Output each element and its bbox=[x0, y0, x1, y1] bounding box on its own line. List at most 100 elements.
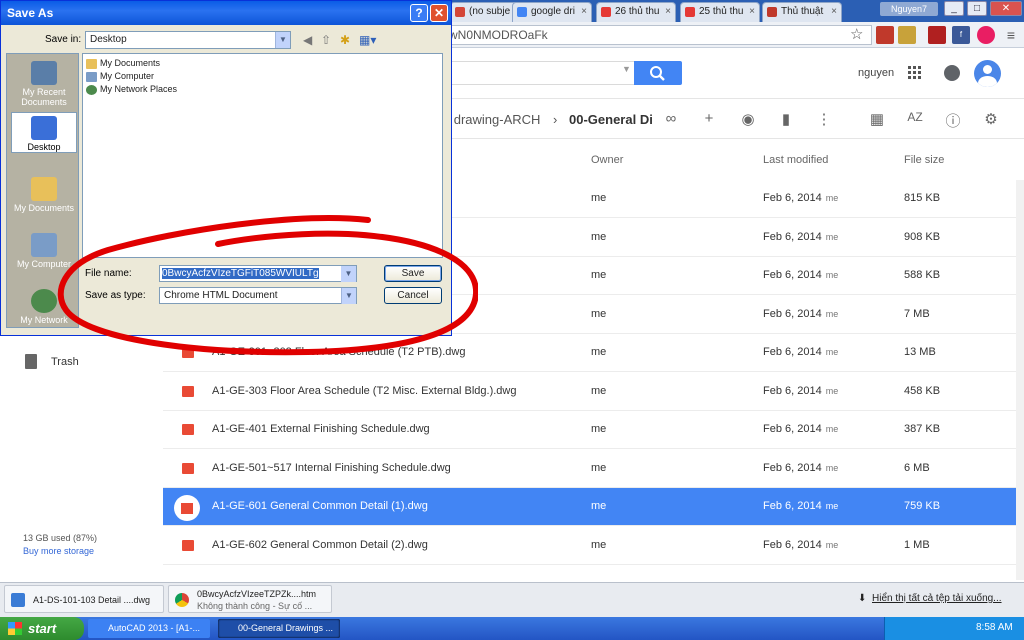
place-my-computer[interactable]: My Computer bbox=[11, 230, 77, 269]
table-row[interactable]: A1-GE-501~517 Internal Finishing Schedul… bbox=[163, 450, 1016, 488]
apps-grid-icon[interactable] bbox=[908, 66, 922, 80]
save-type-label: Save as type: bbox=[85, 290, 146, 301]
download-item[interactable]: 0BwcyAcfzVIzeeTZPZk....htm Không thành c… bbox=[168, 585, 332, 613]
tab-close-icon[interactable]: × bbox=[665, 3, 671, 21]
breadcrumb-current[interactable]: 00-General Di bbox=[569, 112, 653, 127]
table-row[interactable]: A1-GE-601 General Common Detail (1).dwg m… bbox=[163, 488, 1016, 526]
extension-icon[interactable] bbox=[977, 26, 995, 44]
browser-tab[interactable]: 26 thủ thu × bbox=[596, 2, 676, 22]
save-button[interactable]: Save bbox=[384, 265, 442, 282]
list-item[interactable]: My Computer bbox=[86, 71, 154, 82]
column-header-owner[interactable]: Owner bbox=[591, 154, 623, 166]
back-icon[interactable]: ◀ bbox=[303, 33, 317, 47]
sort-icon[interactable]: AZ bbox=[904, 110, 926, 124]
download-item[interactable]: A1-DS-101-103 Detail ....dwg bbox=[4, 585, 164, 613]
preview-icon[interactable]: ◉ bbox=[737, 110, 759, 128]
modified-by: me bbox=[825, 463, 839, 473]
extension-icon[interactable] bbox=[928, 26, 946, 44]
save-type-select[interactable]: Chrome HTML Document ▼ bbox=[159, 287, 357, 304]
column-header-modified[interactable]: Last modified bbox=[763, 154, 828, 166]
dialog-help-button[interactable]: ? bbox=[410, 4, 428, 22]
tab-favicon-icon bbox=[685, 7, 695, 17]
place-recent[interactable]: My Recent Documents bbox=[11, 58, 77, 107]
file-size: 588 KB bbox=[904, 269, 941, 281]
modified-date: Feb 6, 2014 bbox=[763, 423, 822, 435]
delete-icon[interactable]: ▮ bbox=[775, 110, 797, 128]
image-file-icon bbox=[174, 495, 200, 521]
file-name-dropdown[interactable]: ▼ bbox=[341, 265, 357, 282]
more-actions-icon[interactable]: ⋮ bbox=[813, 110, 835, 128]
maximize-button[interactable]: □ bbox=[967, 1, 987, 16]
address-bar[interactable]: wN0NMODROaFk bbox=[440, 25, 872, 45]
avatar[interactable] bbox=[974, 60, 1001, 87]
extension-icon[interactable] bbox=[898, 26, 916, 44]
file-owner: me bbox=[591, 500, 607, 512]
grid-view-icon[interactable]: ▦ bbox=[866, 110, 888, 128]
search-button[interactable] bbox=[634, 61, 682, 85]
file-name-input[interactable]: 0BwcyAcfzVIzeTGFiT085WVIULTg bbox=[159, 265, 356, 282]
browser-tab[interactable]: 25 thủ thu × bbox=[680, 2, 760, 22]
list-item[interactable]: My Network Places bbox=[86, 84, 177, 95]
place-desktop[interactable]: Desktop bbox=[11, 112, 77, 153]
views-menu-icon[interactable]: ▦▾ bbox=[359, 33, 376, 47]
taskbar-item-chrome[interactable]: 00-General Drawings ... bbox=[218, 619, 340, 638]
taskbar-item-autocad[interactable]: AutoCAD 2013 - [A1-... bbox=[88, 619, 210, 638]
browser-close-button[interactable]: ✕ bbox=[990, 1, 1022, 16]
file-owner: me bbox=[591, 539, 607, 551]
get-link-icon[interactable]: ∞ bbox=[660, 110, 682, 127]
image-file-icon bbox=[181, 503, 193, 514]
recent-documents-icon bbox=[31, 61, 57, 85]
tab-close-icon[interactable]: × bbox=[749, 3, 755, 21]
modified-date: Feb 6, 2014 bbox=[763, 269, 822, 281]
file-name-label: File name: bbox=[85, 268, 132, 279]
modified-date: Feb 6, 2014 bbox=[763, 539, 822, 551]
table-row[interactable]: A1-GE-303 Floor Area Schedule (T2 Misc. … bbox=[163, 373, 1016, 411]
breadcrumb-separator-icon: › bbox=[553, 112, 558, 127]
up-folder-icon[interactable]: ⇧ bbox=[321, 33, 335, 47]
column-header-size[interactable]: File size bbox=[904, 154, 944, 166]
show-all-downloads-link[interactable]: Hiển thị tất cả tệp tải xuống... bbox=[872, 593, 1002, 604]
facebook-icon[interactable]: f bbox=[952, 26, 970, 44]
file-size: 1 MB bbox=[904, 539, 930, 551]
notifications-icon[interactable] bbox=[944, 65, 960, 81]
place-my-network[interactable]: My Network bbox=[11, 286, 77, 325]
trash-icon[interactable] bbox=[25, 354, 37, 369]
bookmark-star-icon[interactable]: ☆ bbox=[850, 25, 863, 43]
breadcrumb-parent[interactable]: ct drawing-ARCH bbox=[440, 112, 540, 127]
chevron-down-icon: ▼ bbox=[341, 266, 356, 282]
cancel-button[interactable]: Cancel bbox=[384, 287, 442, 304]
buy-storage-link[interactable]: Buy more storage bbox=[23, 546, 94, 556]
share-icon[interactable]: + bbox=[698, 110, 720, 127]
place-my-documents[interactable]: My Documents bbox=[11, 174, 77, 213]
table-row[interactable]: A1-GE-602 General Common Detail (2).dwg m… bbox=[163, 527, 1016, 565]
table-row[interactable]: A1-GE-301~302 Floor Area Schedule (T2 PT… bbox=[163, 334, 1016, 372]
nav-trash[interactable]: Trash bbox=[51, 356, 79, 368]
chevron-down-icon: ▼ bbox=[275, 32, 290, 48]
browser-tab[interactable]: google dri × bbox=[512, 2, 592, 22]
image-file-icon bbox=[182, 386, 194, 397]
minimize-button[interactable]: _ bbox=[944, 1, 964, 16]
tab-close-icon[interactable]: × bbox=[831, 3, 837, 21]
places-bar: My Recent Documents Desktop My Documents… bbox=[6, 53, 79, 328]
file-list-scrollbar[interactable] bbox=[1016, 180, 1024, 580]
new-folder-icon[interactable]: ✱ bbox=[340, 33, 354, 47]
menu-icon[interactable]: ≡ bbox=[1002, 26, 1020, 44]
user-name: nguyen bbox=[858, 67, 895, 79]
drive-search-input[interactable] bbox=[440, 61, 634, 85]
image-file-icon bbox=[182, 347, 194, 358]
file-owner: me bbox=[591, 462, 607, 474]
extension-icon[interactable] bbox=[876, 26, 894, 44]
tab-close-icon[interactable]: × bbox=[581, 3, 587, 21]
table-row[interactable]: A1-GE-401 External Finishing Schedule.dw… bbox=[163, 411, 1016, 449]
list-item[interactable]: My Documents bbox=[86, 58, 160, 69]
settings-gear-icon[interactable]: ⚙ bbox=[980, 110, 1002, 128]
browser-user-chip[interactable]: Nguyen7 bbox=[880, 2, 938, 16]
taskbar-clock: 8:58 AM bbox=[976, 622, 1013, 633]
browser-tab[interactable]: Thủ thuật × bbox=[762, 2, 842, 22]
save-in-select[interactable]: Desktop ▼ bbox=[85, 31, 291, 49]
details-icon[interactable]: ⓘ bbox=[942, 110, 964, 131]
start-button[interactable]: start bbox=[0, 617, 84, 640]
search-options-icon[interactable]: ▼ bbox=[622, 64, 631, 74]
file-modified: Feb 6, 2014 me bbox=[763, 231, 838, 243]
dialog-close-button[interactable]: ✕ bbox=[430, 4, 448, 22]
